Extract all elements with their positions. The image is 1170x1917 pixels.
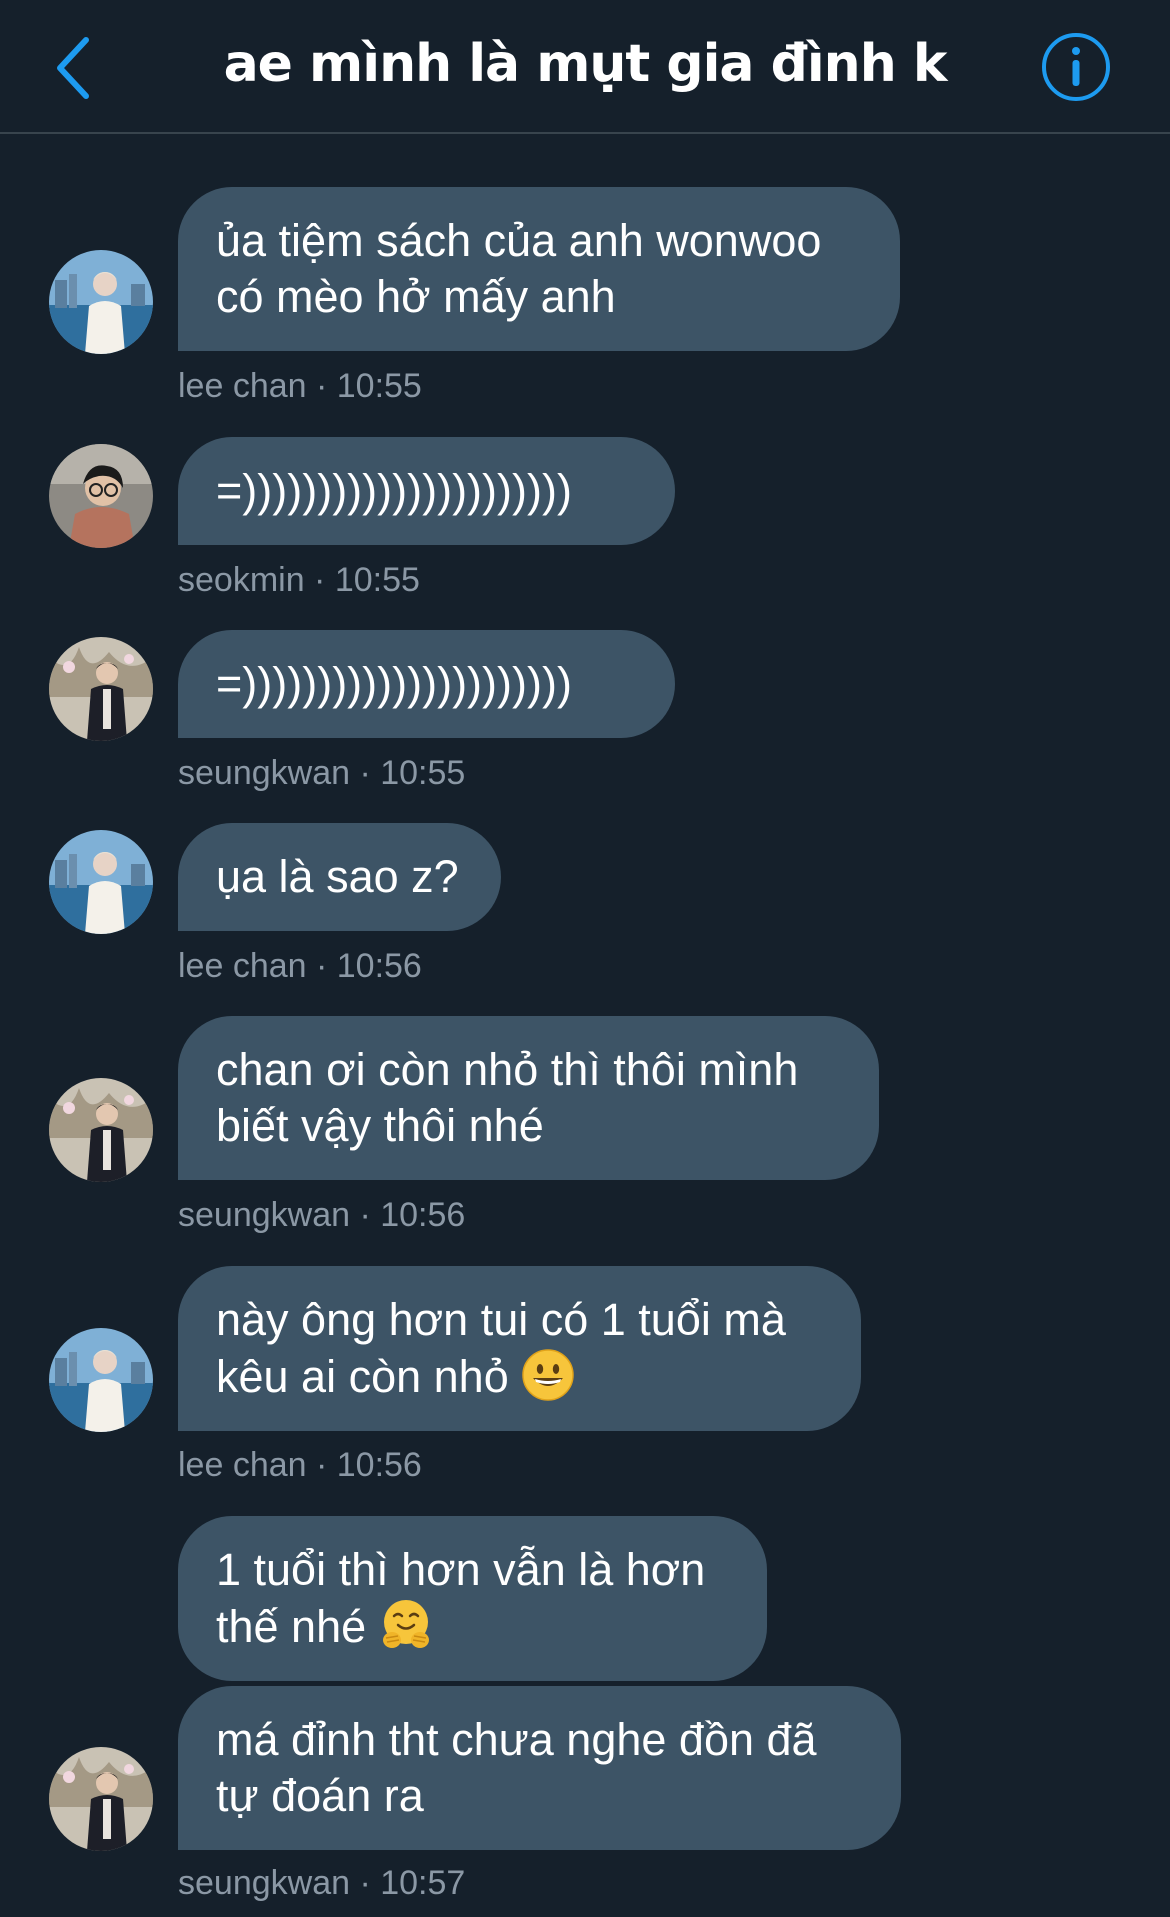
lee-chan-avatar[interactable] <box>49 250 153 354</box>
message-line: tự đoán ra <box>216 1770 424 1821</box>
message-line: biết vậy thôi nhé <box>216 1100 544 1151</box>
message-bubble[interactable]: ủa tiệm sách của anh wonwoo có mèo hở mấ… <box>178 187 900 351</box>
lee-chan-avatar[interactable] <box>49 1328 153 1432</box>
seungkwan-avatar[interactable] <box>49 637 153 741</box>
message-line: =)))))))))))))))))))))) <box>216 465 572 516</box>
message-meta: seungkwan · 10:56 <box>178 1196 466 1234</box>
message-text: kêu ai còn nhỏ <box>216 1351 509 1402</box>
message-line: ủa tiệm sách của anh wonwoo <box>216 215 822 266</box>
grinning-face-emoji <box>521 1348 575 1402</box>
message-line: chan ơi còn nhỏ thì thôi mình <box>216 1044 799 1095</box>
message-meta: lee chan · 10:55 <box>178 367 422 405</box>
message-bubble[interactable]: này ông hơn tui có 1 tuổi mà kêu ai còn … <box>178 1266 861 1431</box>
conversation-title: ae mình là mụt gia đình k <box>223 34 948 94</box>
lee-chan-avatar[interactable] <box>49 830 153 934</box>
message-meta: seungkwan · 10:55 <box>178 754 466 792</box>
message-line: này ông hơn tui có 1 tuổi mà <box>216 1294 786 1345</box>
seungkwan-avatar[interactable] <box>49 1747 153 1851</box>
message-line-with-emoji: thế nhé <box>216 1598 729 1655</box>
seungkwan-avatar[interactable] <box>49 1078 153 1182</box>
hugging-face-emoji <box>379 1598 433 1652</box>
message-line: má đỉnh tht chưa nghe đồn đã <box>216 1714 817 1765</box>
seokmin-avatar[interactable] <box>49 444 153 548</box>
message-bubble[interactable]: =)))))))))))))))))))))) <box>178 630 675 738</box>
message-line-with-emoji: kêu ai còn nhỏ <box>216 1348 823 1405</box>
message-bubble[interactable]: chan ơi còn nhỏ thì thôi mình biết vậy t… <box>178 1016 879 1180</box>
message-line: 1 tuổi thì hơn vẫn là hơn <box>216 1544 706 1595</box>
info-icon <box>1042 33 1110 101</box>
message-meta: seokmin · 10:55 <box>178 561 420 599</box>
message-meta: lee chan · 10:56 <box>178 1446 422 1484</box>
message-line: =)))))))))))))))))))))) <box>216 658 572 709</box>
message-line: ụa là sao z? <box>216 851 459 902</box>
message-meta: seungkwan · 10:57 <box>178 1864 466 1902</box>
message-meta: lee chan · 10:56 <box>178 947 422 985</box>
conversation-header: ae mình là mụt gia đình k <box>0 0 1170 134</box>
message-bubble[interactable]: =)))))))))))))))))))))) <box>178 437 675 545</box>
message-bubble[interactable]: ụa là sao z? <box>178 823 501 931</box>
message-bubble[interactable]: má đỉnh tht chưa nghe đồn đã tự đoán ra <box>178 1686 901 1850</box>
info-button[interactable] <box>1040 31 1112 103</box>
dm-conversation-screen: ae mình là mụt gia đình k ủa tiệm sách c… <box>0 0 1170 1917</box>
message-line: có mèo hở mấy anh <box>216 271 616 322</box>
message-text: thế nhé <box>216 1601 367 1652</box>
message-bubble[interactable]: 1 tuổi thì hơn vẫn là hơn thế nhé <box>178 1516 767 1681</box>
